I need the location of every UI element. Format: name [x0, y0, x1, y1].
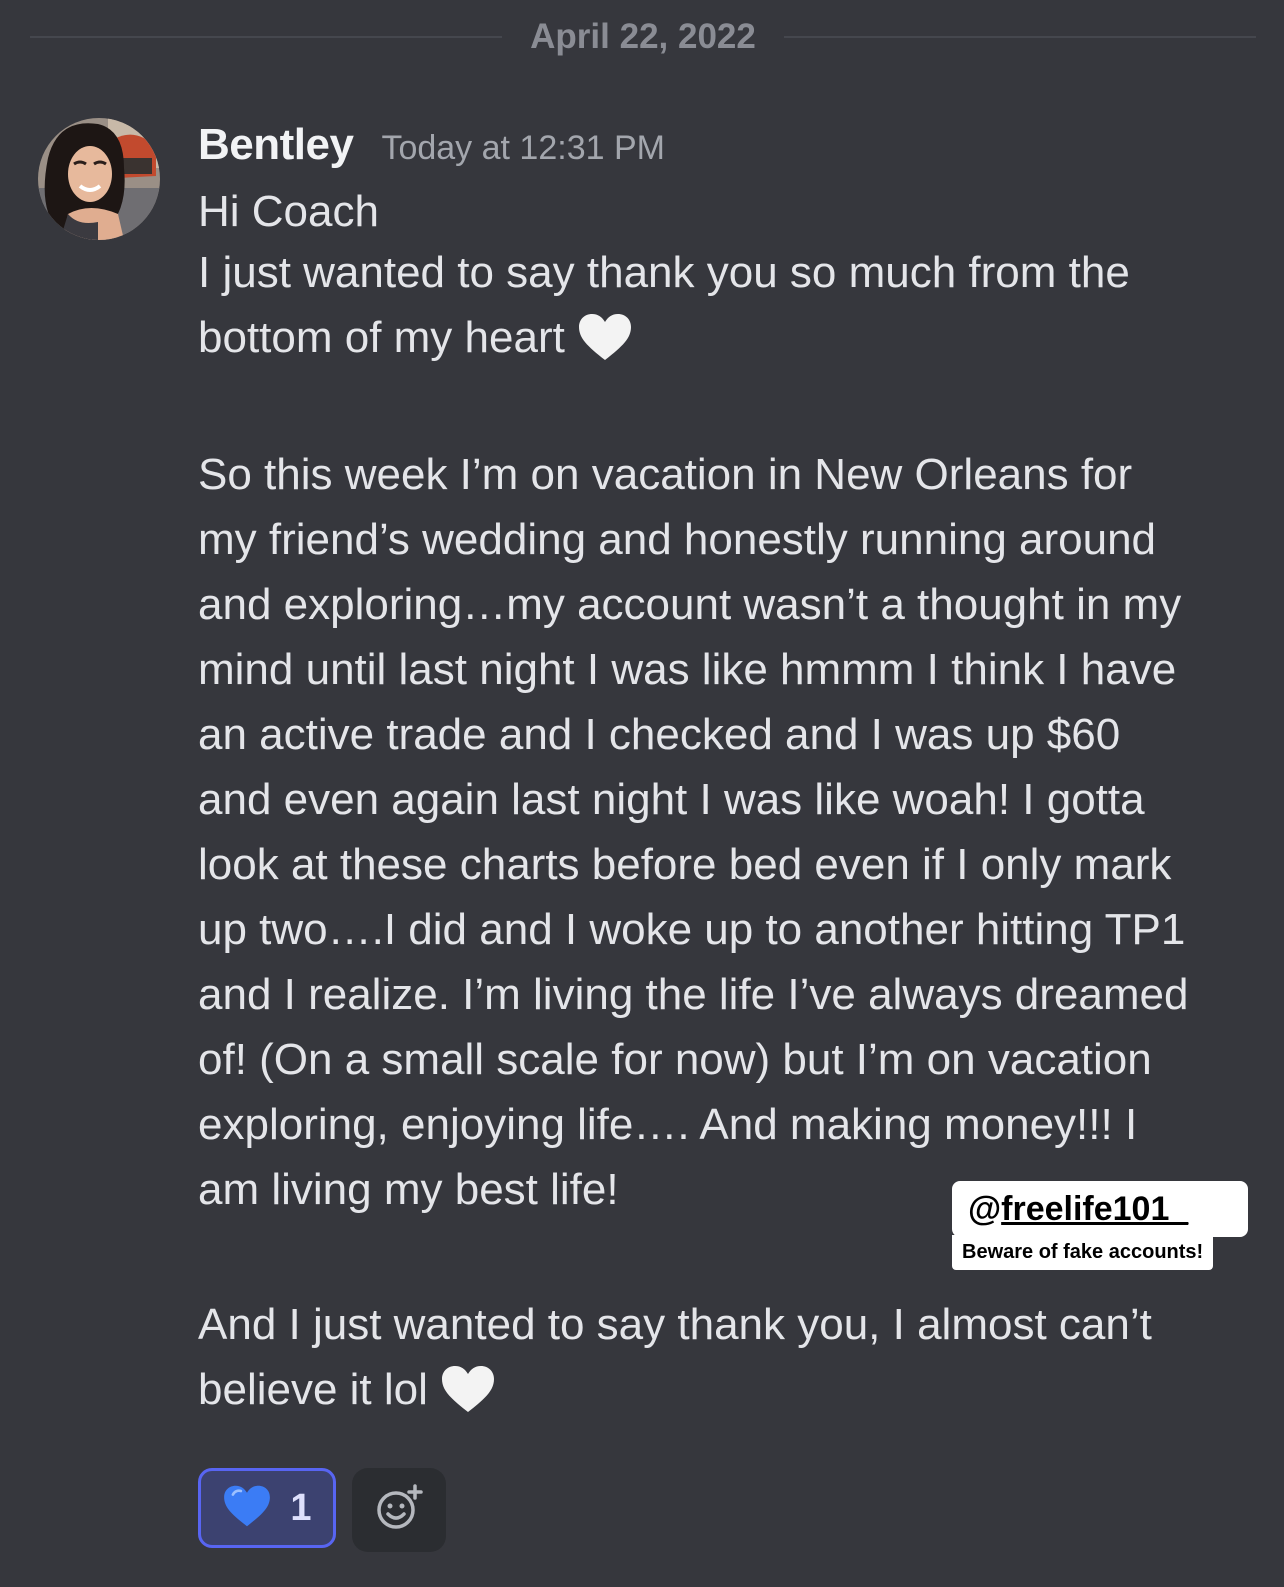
watermark-handle: @ freelife101_: [952, 1181, 1248, 1237]
message-paragraph-1-text: I just wanted to say thank you so much f…: [198, 248, 1130, 362]
watermark-sticker: @ freelife101_ Beware of fake accounts!: [952, 1181, 1248, 1270]
watermark-handle-text: freelife101_: [1001, 1189, 1189, 1228]
avatar-photo: [38, 118, 160, 240]
add-emoji-icon: [375, 1483, 423, 1537]
reaction-blue-heart[interactable]: 1: [198, 1468, 336, 1548]
blue-heart-icon: [222, 1484, 272, 1533]
message-greeting: Hi Coach: [198, 187, 379, 236]
reaction-count: 1: [290, 1486, 312, 1529]
avatar[interactable]: [38, 118, 160, 240]
message-header: Bentley Today at 12:31 PM: [198, 120, 1248, 184]
add-reaction-button[interactable]: [352, 1468, 446, 1552]
message-paragraph-3-text: And I just wanted to say thank you, I al…: [198, 1300, 1152, 1414]
divider-line-right: [783, 36, 1257, 38]
reaction-bar: 1: [198, 1468, 446, 1552]
username[interactable]: Bentley: [198, 120, 354, 170]
timestamp: Today at 12:31 PM: [381, 129, 665, 167]
message-paragraph-2: So this week I’m on vacation in New Orle…: [198, 450, 1189, 1214]
message-paragraph-1: I just wanted to say thank you so much f…: [198, 240, 1248, 370]
date-label: April 22, 2022: [530, 17, 756, 56]
message-paragraph-3: And I just wanted to say thank you, I al…: [198, 1292, 1248, 1422]
watermark-at-sign: @: [968, 1189, 1002, 1228]
watermark-warning: Beware of fake accounts!: [952, 1235, 1214, 1270]
white-heart-icon: [440, 1364, 496, 1414]
date-divider: April 22, 2022: [30, 14, 1257, 60]
white-heart-icon: [577, 312, 633, 362]
divider-line-left: [30, 36, 503, 38]
